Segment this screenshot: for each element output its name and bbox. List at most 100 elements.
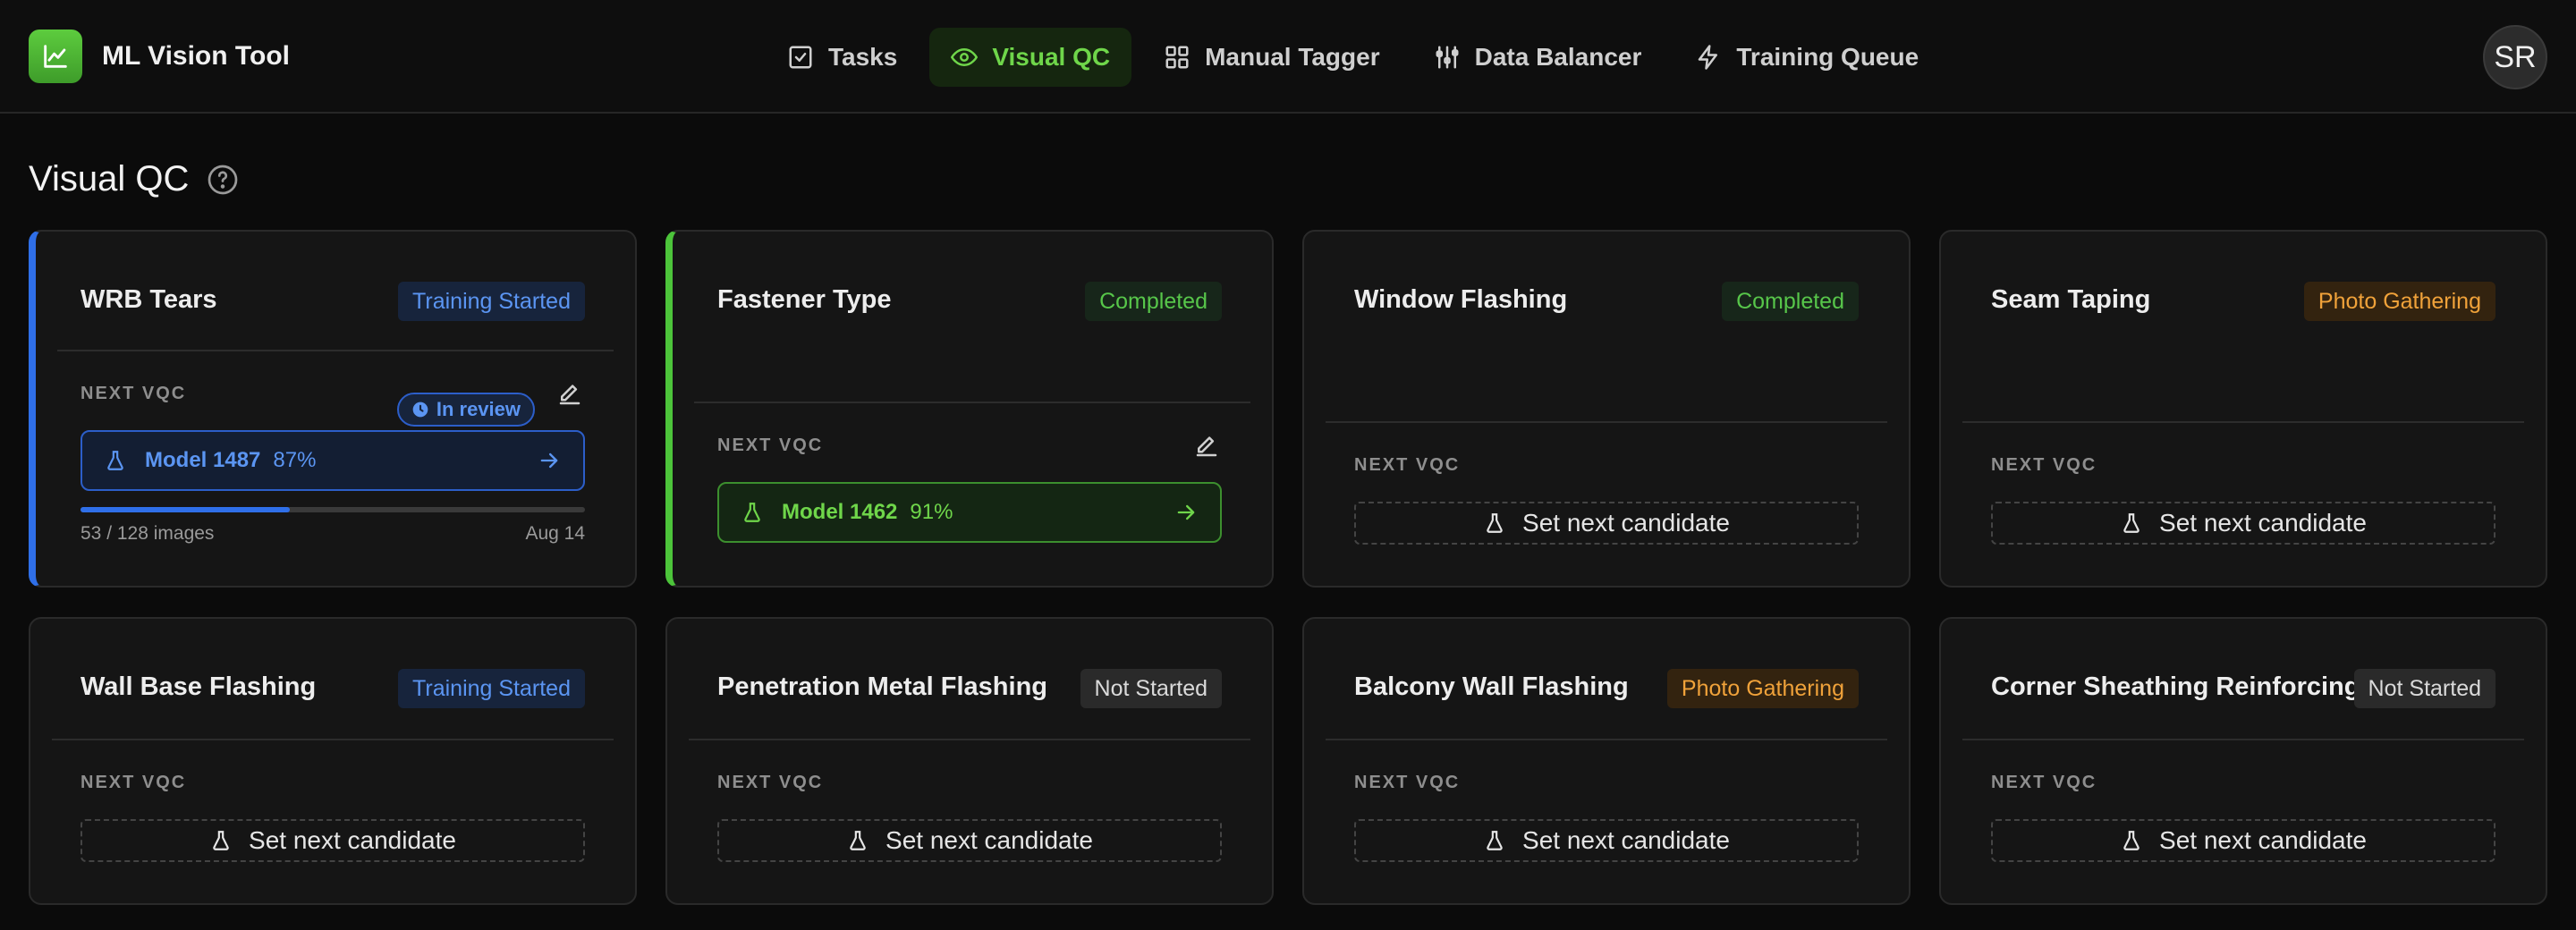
divider	[52, 739, 614, 740]
set-next-candidate-button[interactable]: Set next candidate	[1991, 502, 2496, 545]
model-button[interactable]: Model 1462 91%	[717, 482, 1222, 543]
main-nav: Tasks Visual QC Manual Tagger Data Balan…	[766, 28, 1940, 87]
model-confidence: 91%	[910, 500, 953, 524]
nav-label: Visual QC	[992, 43, 1111, 71]
card-title: Fastener Type	[717, 285, 892, 314]
nav-data-balancer[interactable]: Data Balancer	[1412, 28, 1664, 87]
set-next-label: Set next candidate	[1522, 509, 1730, 537]
nav-label: Data Balancer	[1474, 43, 1642, 71]
next-vqc-label: NEXT VQC	[1991, 773, 2097, 792]
divider	[1326, 421, 1887, 423]
grid-icon	[1165, 46, 1189, 69]
card-title: WRB Tears	[80, 285, 217, 314]
set-next-candidate-button[interactable]: Set next candidate	[1354, 819, 1859, 862]
page-header: Visual QC	[29, 159, 239, 199]
task-card[interactable]: Fastener Type Completed NEXT VQC Model 1…	[665, 230, 1274, 588]
brand[interactable]: ML Vision Tool	[29, 30, 290, 83]
status-badge: Photo Gathering	[2303, 282, 2496, 321]
image-count: 53 / 128 images	[80, 523, 215, 544]
set-next-candidate-button[interactable]: Set next candidate	[80, 819, 585, 862]
set-next-candidate-button[interactable]: Set next candidate	[1354, 502, 1859, 545]
app-title: ML Vision Tool	[102, 41, 290, 71]
sliders-icon	[1436, 46, 1459, 69]
due-date: Aug 14	[525, 523, 585, 544]
flask-icon	[850, 831, 866, 850]
status-badge: Training Started	[398, 282, 585, 321]
divider	[1962, 421, 2524, 423]
user-avatar[interactable]: SR	[2483, 25, 2547, 89]
bolt-icon	[1699, 45, 1718, 70]
set-next-label: Set next candidate	[1522, 826, 1730, 854]
help-icon[interactable]	[207, 164, 239, 196]
status-badge: Completed	[1722, 282, 1859, 321]
task-card[interactable]: Balcony Wall Flashing Photo Gathering NE…	[1302, 617, 1911, 905]
card-title: Corner Sheathing Reinforcing	[1991, 672, 2360, 701]
set-next-candidate-button[interactable]: Set next candidate	[1991, 819, 2496, 862]
status-badge: Training Started	[398, 669, 585, 708]
model-name: Model 1462	[782, 500, 898, 524]
flask-icon	[2123, 831, 2140, 850]
progress-fill	[80, 507, 290, 512]
model-button[interactable]: Model 1487 87%	[80, 430, 585, 491]
nav-label: Manual Tagger	[1205, 43, 1380, 71]
card-title: Wall Base Flashing	[80, 672, 317, 701]
task-card[interactable]: Window Flashing Completed NEXT VQC Set n…	[1302, 230, 1911, 588]
next-vqc-label: NEXT VQC	[717, 435, 824, 455]
set-next-label: Set next candidate	[886, 826, 1093, 854]
progress-bar	[80, 507, 585, 512]
arrow-right-icon	[1177, 504, 1195, 520]
next-vqc-label: NEXT VQC	[80, 773, 187, 792]
task-card[interactable]: Corner Sheathing Reinforcing Not Started…	[1939, 617, 2547, 905]
card-title: Penetration Metal Flashing	[717, 672, 1047, 701]
task-card[interactable]: Seam Taping Photo Gathering NEXT VQC Set…	[1939, 230, 2547, 588]
next-vqc-label: NEXT VQC	[717, 773, 824, 792]
review-badge: In review	[396, 393, 535, 427]
task-card[interactable]: Wall Base Flashing Training Started NEXT…	[29, 617, 637, 905]
arrow-right-icon	[540, 452, 558, 469]
card-title: Balcony Wall Flashing	[1354, 672, 1629, 701]
set-next-label: Set next candidate	[249, 826, 456, 854]
edit-icon[interactable]	[556, 381, 583, 408]
status-badge: Not Started	[2353, 669, 2496, 708]
divider	[57, 350, 614, 351]
set-next-label: Set next candidate	[2159, 826, 2367, 854]
divider	[1326, 739, 1887, 740]
divider	[1962, 739, 2524, 740]
task-card[interactable]: WRB Tears Training Started NEXT VQC In r…	[29, 230, 637, 588]
card-title: Seam Taping	[1991, 285, 2151, 314]
flask-icon	[213, 831, 229, 850]
model-name: Model 1487	[145, 448, 261, 472]
flask-icon	[1487, 831, 1503, 850]
flask-icon	[2123, 513, 2140, 533]
page-title: Visual QC	[29, 159, 190, 199]
set-next-candidate-button[interactable]: Set next candidate	[717, 819, 1222, 862]
eye-icon	[951, 48, 979, 66]
status-badge: Photo Gathering	[1666, 669, 1859, 708]
nav-tasks[interactable]: Tasks	[766, 28, 919, 87]
top-bar: ML Vision Tool Tasks Visual QC Manual Ta…	[0, 0, 2576, 114]
flask-icon	[1487, 513, 1503, 533]
flask-icon	[107, 451, 123, 470]
nav-manual-tagger[interactable]: Manual Tagger	[1142, 28, 1402, 87]
next-vqc-label: NEXT VQC	[1991, 455, 2097, 475]
divider	[694, 402, 1250, 403]
nav-training-queue[interactable]: Training Queue	[1674, 28, 1940, 87]
nav-visual-qc[interactable]: Visual QC	[929, 28, 1132, 87]
flask-icon	[744, 503, 760, 522]
edit-icon[interactable]	[1193, 433, 1220, 460]
divider	[689, 739, 1250, 740]
next-vqc-label: NEXT VQC	[1354, 455, 1461, 475]
card-title: Window Flashing	[1354, 285, 1568, 314]
task-card[interactable]: Penetration Metal Flashing Not Started N…	[665, 617, 1274, 905]
set-next-label: Set next candidate	[2159, 509, 2367, 537]
next-vqc-label: NEXT VQC	[1354, 773, 1461, 792]
nav-label: Training Queue	[1736, 43, 1919, 71]
status-badge: Completed	[1085, 282, 1222, 321]
clock-icon	[412, 402, 428, 418]
review-label: In review	[436, 398, 521, 420]
nav-label: Tasks	[828, 43, 898, 71]
next-vqc-label: NEXT VQC	[80, 384, 187, 403]
chart-line-icon	[29, 30, 82, 83]
model-confidence: 87%	[273, 448, 317, 472]
status-badge: Not Started	[1080, 669, 1222, 708]
